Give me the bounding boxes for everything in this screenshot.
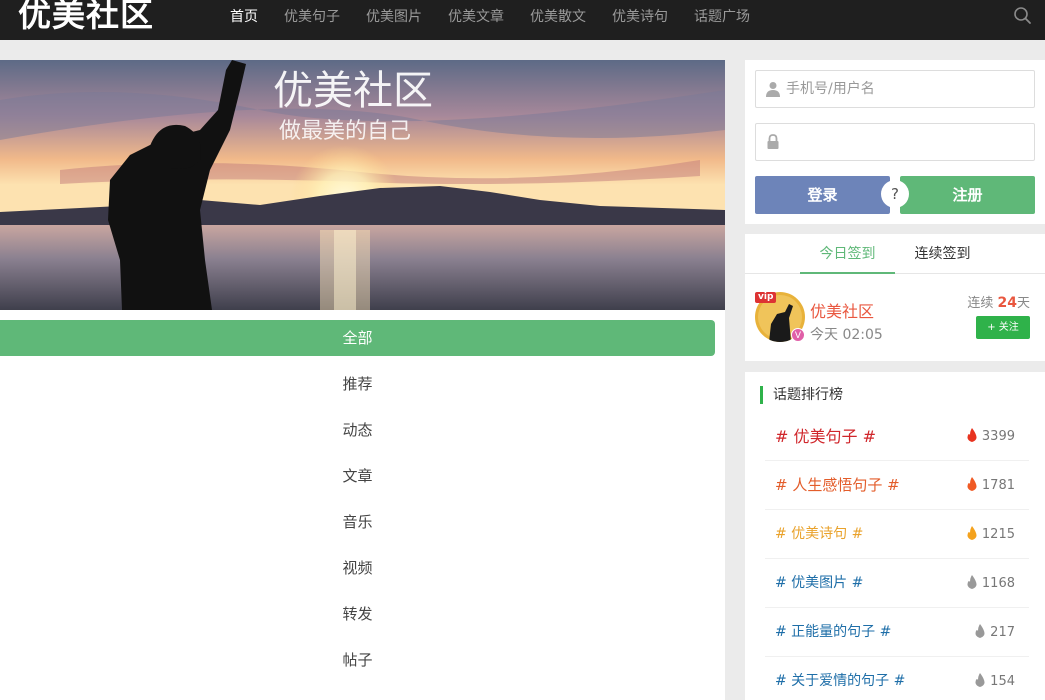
banner-title: 优美社区: [273, 68, 433, 114]
filter-reposts[interactable]: 转发: [0, 596, 715, 632]
topic-item[interactable]: # 关于爱情的句子 # 154: [765, 657, 1029, 700]
topic-count: 1215: [981, 527, 1015, 542]
lock-icon: [767, 134, 779, 149]
filter-video[interactable]: 视频: [0, 550, 715, 586]
topic-name[interactable]: # 优美图片 #: [775, 559, 863, 608]
topic-name[interactable]: # 关于爱情的句子 #: [775, 657, 905, 700]
login-panel: 登录 注册 ?: [745, 60, 1045, 224]
topic-item[interactable]: # 人生感悟句子 # 1781: [765, 461, 1029, 510]
topic-heat: 3399: [966, 412, 1015, 461]
nav-prose[interactable]: 优美散文: [518, 0, 598, 40]
filter-recommended[interactable]: 推荐: [0, 366, 715, 402]
top-navbar: 优美社区 首页 优美句子 优美图片 优美文章 优美散文 优美诗句 话题广场: [0, 0, 1045, 40]
topic-heat: 1215: [966, 510, 1015, 559]
checkin-tabs: 今日签到 连续签到: [745, 234, 1045, 274]
banner-subtitle: 做最美的自己: [279, 119, 412, 144]
filter-activity[interactable]: 动态: [0, 412, 715, 448]
password-input[interactable]: [786, 124, 1026, 160]
topic-heat: 154: [974, 657, 1015, 700]
checkin-username[interactable]: 优美社区: [810, 298, 874, 322]
password-field[interactable]: [755, 123, 1035, 161]
topic-ranking-panel: 话题排行榜 # 优美句子 # 3399 # 人生感悟句子 # 1781 # 优美…: [745, 372, 1045, 700]
fire-icon: [967, 575, 977, 589]
tab-streak-checkin[interactable]: 连续签到: [895, 234, 990, 274]
fire-icon: [975, 624, 985, 638]
nav-home[interactable]: 首页: [218, 0, 270, 40]
nav-articles[interactable]: 优美文章: [436, 0, 516, 40]
streak-suffix: 天: [1016, 296, 1030, 311]
fire-icon: [967, 477, 977, 491]
topic-name[interactable]: # 优美诗句 #: [775, 510, 863, 559]
topic-item[interactable]: # 优美图片 # 1168: [765, 559, 1029, 608]
topic-item[interactable]: # 优美诗句 # 1215: [765, 510, 1029, 559]
topic-count: 154: [990, 674, 1015, 689]
help-button[interactable]: ?: [881, 180, 909, 208]
follow-button[interactable]: + 关注: [976, 316, 1030, 339]
fire-icon: [967, 428, 977, 442]
nav-poems[interactable]: 优美诗句: [600, 0, 680, 40]
topic-count: 1168: [981, 576, 1015, 591]
search-icon[interactable]: [1013, 6, 1033, 26]
topic-heat: 1781: [966, 461, 1015, 510]
nav-sentences[interactable]: 优美句子: [272, 0, 352, 40]
nav-topics[interactable]: 话题广场: [682, 0, 762, 40]
fire-icon: [967, 526, 977, 540]
streak-counter: 连续 24天: [967, 292, 1030, 311]
topic-count: 3399: [981, 429, 1015, 444]
topic-heat: 1168: [966, 559, 1015, 608]
ranking-title: 话题排行榜: [760, 386, 843, 404]
username-field[interactable]: [755, 70, 1035, 108]
filter-posts[interactable]: 帖子: [0, 642, 715, 678]
topic-count: 217: [990, 625, 1015, 640]
login-button[interactable]: 登录: [755, 176, 890, 214]
topic-heat: 217: [974, 608, 1015, 657]
filter-articles[interactable]: 文章: [0, 458, 715, 494]
filter-music[interactable]: 音乐: [0, 504, 715, 540]
topic-name[interactable]: # 优美句子 #: [775, 412, 876, 461]
checkin-panel: 今日签到 连续签到 vip V 优美社区 今天 02:05 连续 24天 + 关…: [745, 234, 1045, 361]
site-logo[interactable]: 优美社区: [18, 0, 154, 38]
tab-today-checkin[interactable]: 今日签到: [800, 234, 895, 274]
verified-badge: V: [791, 328, 805, 342]
hero-banner[interactable]: 优美社区 做最美的自己: [0, 60, 725, 310]
streak-days: 24: [997, 295, 1017, 311]
topic-count: 1781: [981, 478, 1015, 493]
topic-name[interactable]: # 人生感悟句子 #: [775, 461, 900, 510]
topic-item[interactable]: # 正能量的句子 # 217: [765, 608, 1029, 657]
main-nav: 首页 优美句子 优美图片 优美文章 优美散文 优美诗句 话题广场: [218, 0, 764, 40]
feed-filter-panel: 全部 推荐 动态 文章 音乐 视频 转发 帖子: [0, 310, 725, 700]
fire-icon: [975, 673, 985, 687]
streak-prefix: 连续: [967, 296, 994, 311]
vip-badge: vip: [755, 292, 777, 303]
checkin-time: 今天 02:05: [810, 327, 883, 343]
register-button[interactable]: 注册: [900, 176, 1035, 214]
topic-name[interactable]: # 正能量的句子 #: [775, 608, 891, 657]
user-icon: [766, 82, 780, 97]
nav-pictures[interactable]: 优美图片: [354, 0, 434, 40]
username-input[interactable]: [786, 71, 1026, 107]
topic-item[interactable]: # 优美句子 # 3399: [765, 412, 1029, 461]
filter-all[interactable]: 全部: [0, 320, 715, 356]
